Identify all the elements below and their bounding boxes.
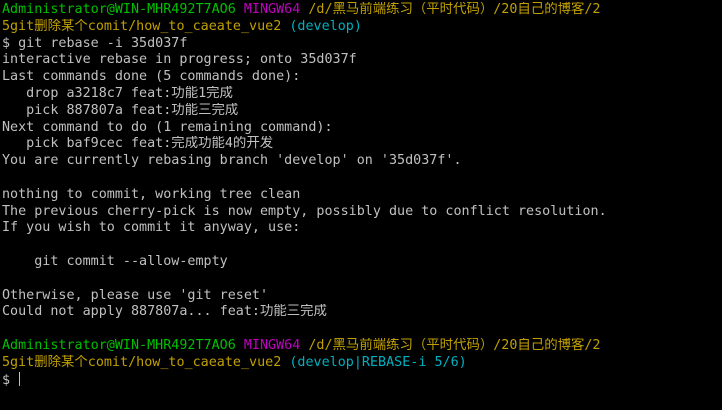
output-line: You are currently rebasing branch 'devel… [2,153,462,169]
input-line[interactable]: $ [2,371,722,389]
current-path-continued: 5git删除某个comit/how_to_caeate_vue2 [2,354,282,370]
input-prompt: $ [2,372,19,388]
prompt-line-4: 5git删除某个comit/how_to_caeate_vue2 (develo… [2,355,722,372]
output-line: drop a3218c7 feat:功能1完成 [2,85,233,101]
output-line: Last commands done (5 commands done): [2,69,301,85]
output-line: The previous cherry-pick is now empty, p… [2,203,607,219]
current-path: /d/黑马前端练习（平时代码）/20自己的博客/2 [308,337,601,353]
prompt-line-3: Administrator@WIN-MHR492T7AO6 MINGW64 /d… [2,338,722,355]
shell-name: MINGW64 [243,2,301,17]
output-line: git commit --allow-empty [2,253,228,269]
output-line: If you wish to commit it anyway, use: [2,220,301,236]
git-branch: (develop) [289,18,362,34]
current-path-continued: 5git删除某个comit/how_to_caeate_vue2 [2,18,282,34]
output-line: Next command to do (1 remaining command)… [2,119,333,135]
prompt-line-1: Administrator@WIN-MHR492T7AO6 MINGW64 /d… [2,2,722,19]
output-line: nothing to commit, working tree clean [2,186,301,202]
output-line: Otherwise, please use 'git reset' [2,287,269,303]
prompt-line-2: 5git删除某个comit/how_to_caeate_vue2 (develo… [2,19,722,36]
terminal-window[interactable]: Administrator@WIN-MHR492T7AO6 MINGW64 /d… [0,0,722,410]
shell-name: MINGW64 [243,337,301,353]
output-line: interactive rebase in progress; onto 35d… [2,52,357,68]
user-host: Administrator@WIN-MHR492T7AO6 [2,337,236,353]
output-line: pick 887807a feat:功能三完成 [2,102,239,118]
command-line: $ git rebase -i 35d037f [2,35,188,51]
user-host: Administrator@WIN-MHR492T7AO6 [2,2,236,17]
git-branch-rebase-status: (develop|REBASE-i 5/6) [289,354,467,370]
current-path: /d/黑马前端练习（平时代码）/20自己的博客/2 [308,2,601,17]
text-cursor [19,371,21,386]
output-line: Could not apply 887807a... feat:功能三完成 [2,304,327,320]
output-line: pick baf9cec feat:完成功能4的开发 [2,136,274,152]
